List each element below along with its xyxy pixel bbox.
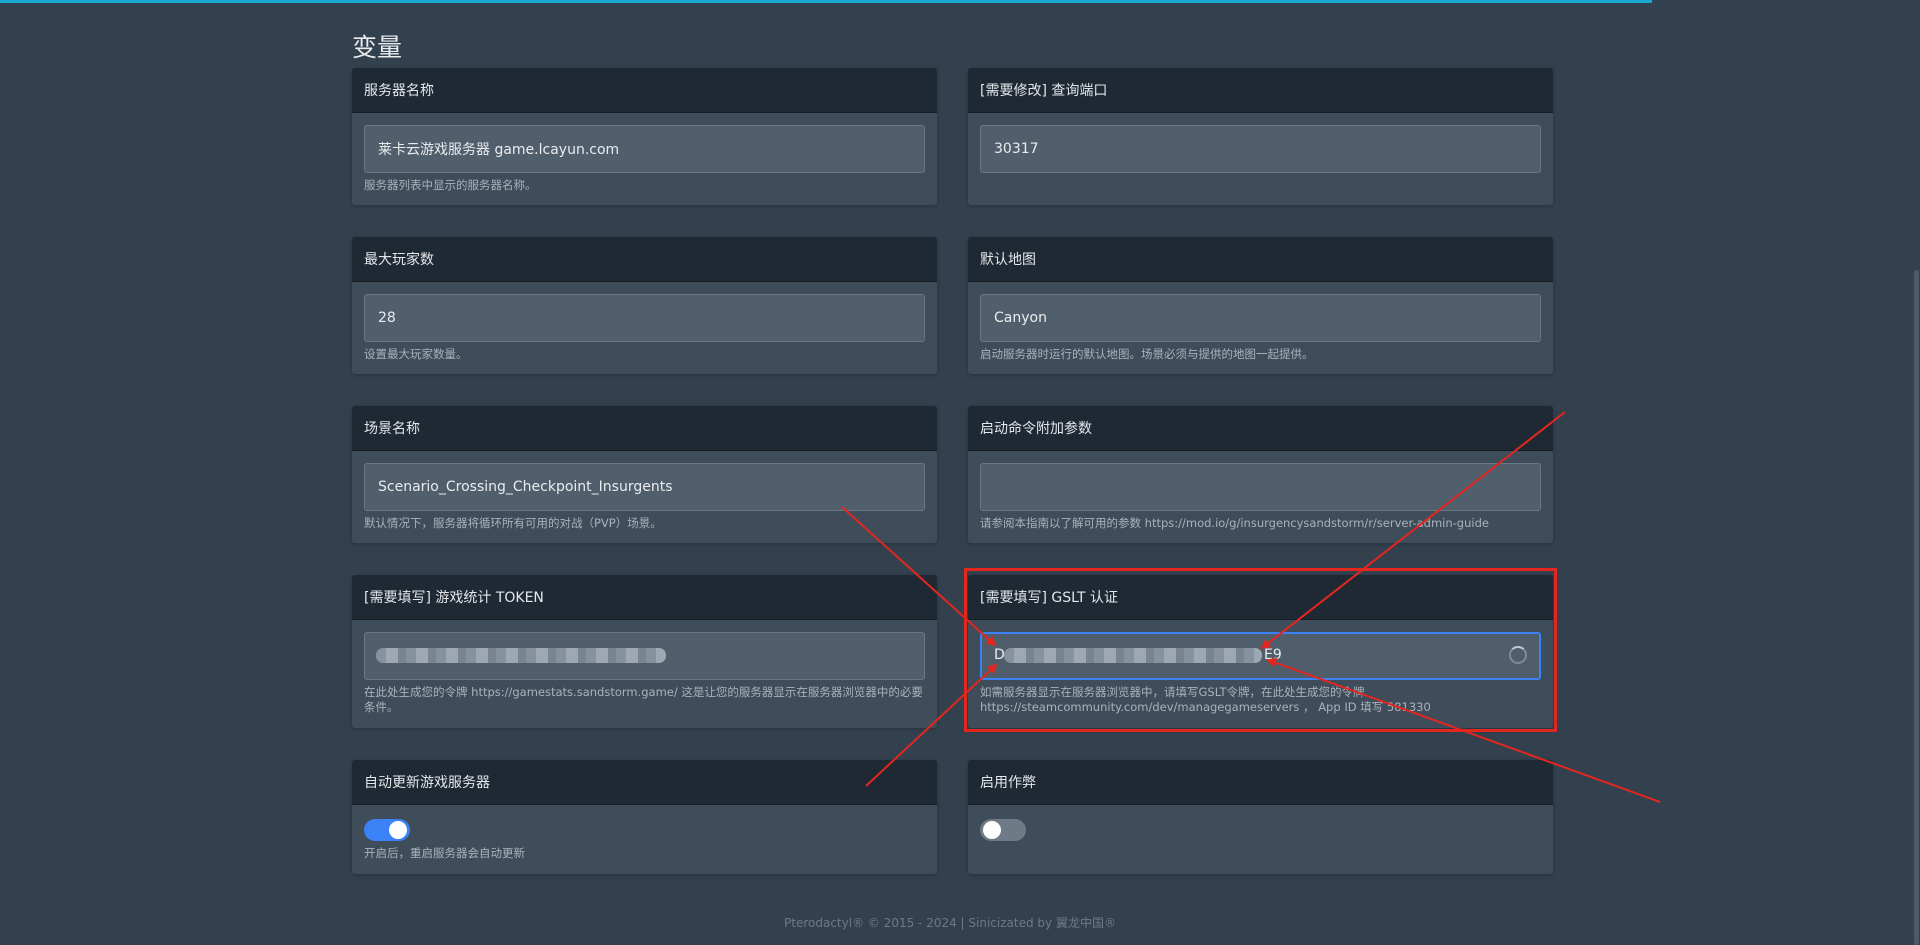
variable-card-auto-update: 自动更新游戏服务器 开启后，重启服务器会自动更新 — [352, 760, 937, 874]
variable-card-max-players: 最大玩家数 设置最大玩家数量。 — [352, 237, 937, 374]
variable-card-server-name: 服务器名称 服务器列表中显示的服务器名称。 — [352, 68, 937, 205]
default-map-input[interactable] — [980, 294, 1541, 342]
variable-label: 启动命令附加参数 — [968, 406, 1553, 451]
variable-label: [需要填写] 游戏统计 TOKEN — [352, 575, 937, 620]
variable-card-cheats: 启用作弊 — [968, 760, 1553, 874]
variable-label: 最大玩家数 — [352, 237, 937, 282]
variable-help: 默认情况下，服务器将循环所有可用的对战（PVP）场景。 — [364, 516, 662, 530]
variable-label: 场景名称 — [352, 406, 937, 451]
variable-card-gamestats-token: [需要填写] 游戏统计 TOKEN 在此处生成您的令牌 https://game… — [352, 575, 937, 728]
page-scrollbar[interactable] — [1912, 0, 1920, 945]
spinner-icon — [1509, 646, 1527, 664]
page-footer: Pterodactyl® © 2015 - 2024 | Sinicizated… — [784, 916, 1116, 930]
cheats-toggle[interactable] — [980, 819, 1026, 841]
page-loading-progress — [0, 0, 1652, 3]
scrollbar-thumb[interactable] — [1914, 270, 1919, 945]
toggle-knob — [983, 821, 1001, 839]
variable-help: 启动服务器时运行的默认地图。场景必须与提供的地图一起提供。 — [980, 347, 1314, 361]
variable-help: 如需服务器显示在服务器浏览器中，请填写GSLT令牌，在此处生成您的令牌 http… — [980, 685, 1541, 715]
launch-args-input[interactable] — [980, 463, 1541, 511]
variable-help: 请参阅本指南以了解可用的参数 https://mod.io/g/insurgen… — [980, 516, 1489, 530]
redacted-token-mask — [376, 648, 666, 663]
server-name-input[interactable] — [364, 125, 925, 173]
gslt-help-line-1: 如需服务器显示在服务器浏览器中，请填写GSLT令牌，在此处生成您的令牌 — [980, 685, 1365, 699]
variable-card-scenario: 场景名称 默认情况下，服务器将循环所有可用的对战（PVP）场景。 — [352, 406, 937, 543]
variable-help: 服务器列表中显示的服务器名称。 — [364, 178, 537, 192]
variable-card-gslt: [需要填写] GSLT 认证 D E9 如需服务器显示在服务器浏览器中，请填写G… — [968, 575, 1553, 728]
variable-label: [需要修改] 查询端口 — [968, 68, 1553, 113]
variable-help: 开启后，重启服务器会自动更新 — [364, 846, 525, 860]
query-port-input[interactable] — [980, 125, 1541, 173]
redacted-token-mask — [1004, 648, 1262, 663]
variable-label: 启用作弊 — [968, 760, 1553, 805]
max-players-input[interactable] — [364, 294, 925, 342]
variable-label: 默认地图 — [968, 237, 1553, 282]
variables-grid: 服务器名称 服务器列表中显示的服务器名称。 [需要修改] 查询端口 最大玩家数 … — [352, 68, 1553, 874]
variable-card-launch-args: 启动命令附加参数 请参阅本指南以了解可用的参数 https://mod.io/g… — [968, 406, 1553, 543]
variable-label: 自动更新游戏服务器 — [352, 760, 937, 805]
variable-label: [需要填写] GSLT 认证 — [968, 575, 1553, 620]
variable-card-query-port: [需要修改] 查询端口 — [968, 68, 1553, 205]
gslt-value-end: E9 — [1264, 647, 1282, 663]
toggle-knob — [389, 821, 407, 839]
variable-help: 设置最大玩家数量。 — [364, 347, 468, 361]
auto-update-toggle[interactable] — [364, 819, 410, 841]
variable-card-default-map: 默认地图 启动服务器时运行的默认地图。场景必须与提供的地图一起提供。 — [968, 237, 1553, 374]
variable-label: 服务器名称 — [352, 68, 937, 113]
page-title: 变量 — [352, 33, 403, 62]
gslt-help-line-2: https://steamcommunity.com/dev/managegam… — [980, 700, 1431, 714]
variable-help: 在此处生成您的令牌 https://gamestats.sandstorm.ga… — [364, 685, 923, 714]
scenario-input[interactable] — [364, 463, 925, 511]
